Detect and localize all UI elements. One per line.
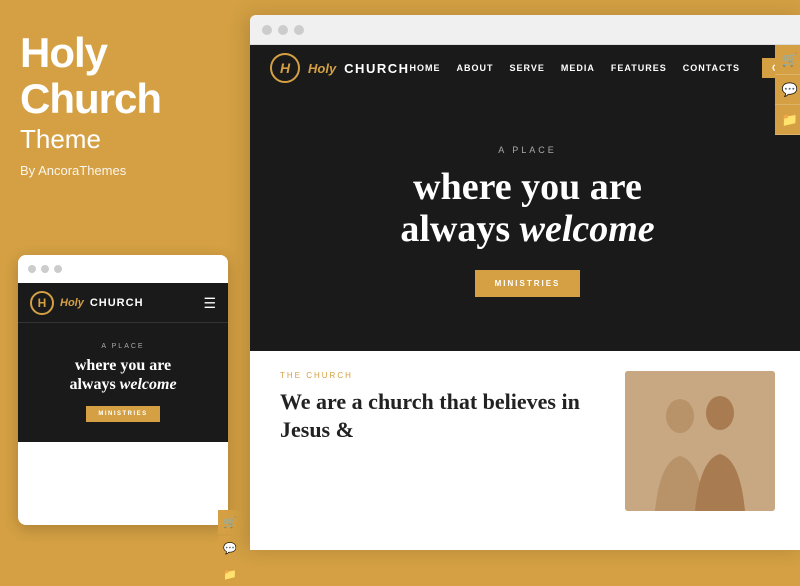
desktop-icon-cart[interactable]: 🛒 (775, 45, 800, 75)
desktop-nav: H Holy CHURCH HOME ABOUT SERVE MEDIA FEA… (250, 45, 800, 91)
desktop-dot-2 (278, 25, 288, 35)
theme-subtitle: Theme (20, 124, 225, 155)
desktop-right-icons: 🛒 💬 📁 (775, 45, 800, 135)
desktop-bottom-text: THE CHURCH We are a church that believes… (280, 371, 605, 530)
menu-features[interactable]: FEATURES (611, 63, 667, 73)
desktop-logo: H Holy CHURCH (270, 53, 410, 83)
desktop-hero: A PLACE where you are always welcome MIN… (250, 91, 800, 351)
menu-media[interactable]: MEDIA (561, 63, 595, 73)
theme-by: By AncoraThemes (20, 163, 225, 178)
mobile-logo-text-bold: CHURCH (90, 297, 144, 309)
menu-about[interactable]: ABOUT (457, 63, 494, 73)
mobile-icon-3[interactable]: 📁 (218, 562, 242, 586)
desktop-headline: where you are always welcome (400, 167, 654, 251)
menu-contacts[interactable]: CONTACTS (683, 63, 740, 73)
desktop-logo-bold: CHURCH (344, 61, 409, 76)
mobile-logo: H Holy CHURCH (30, 291, 144, 315)
mobile-nav: H Holy CHURCH ☰ (18, 283, 228, 323)
desktop-icon-folder[interactable]: 📁 (775, 105, 800, 135)
desktop-logo-italic: Holy (308, 61, 336, 76)
desktop-bottom-headline: We are a church that believes in Jesus & (280, 388, 605, 443)
couple-svg (625, 371, 775, 511)
mobile-dot-3 (54, 265, 62, 273)
desktop-icon-chat[interactable]: 💬 (775, 75, 800, 105)
desktop-couple-image (625, 371, 775, 511)
desktop-menu: HOME ABOUT SERVE MEDIA FEATURES CONTACTS… (410, 58, 800, 78)
title-line2: Church (20, 76, 225, 122)
mobile-icon-1[interactable]: 🛒 (218, 510, 242, 534)
mobile-dot-1 (28, 265, 36, 273)
mobile-headline: where you are always welcome (32, 356, 214, 394)
mobile-a-place: A PLACE (32, 343, 214, 350)
desktop-preview: H Holy CHURCH HOME ABOUT SERVE MEDIA FEA… (250, 15, 800, 550)
desktop-logo-icon: H (270, 53, 300, 83)
mobile-hero: A PLACE where you are always welcome MIN… (18, 323, 228, 442)
menu-home[interactable]: HOME (410, 63, 441, 73)
mobile-logo-icon: H (30, 291, 54, 315)
mobile-side-icons: 🛒 💬 📁 (218, 510, 242, 586)
mobile-preview: H Holy CHURCH ☰ A PLACE where you are al… (18, 255, 228, 525)
desktop-a-place-label: A PLACE (498, 145, 557, 155)
mobile-titlebar (18, 255, 228, 283)
mobile-logo-text-italic: Holy (60, 297, 84, 309)
mobile-icon-2[interactable]: 💬 (218, 536, 242, 560)
title-line1: Holy (20, 30, 225, 76)
mobile-hamburger-icon[interactable]: ☰ (203, 296, 216, 310)
theme-title: Holy Church Theme By AncoraThemes (20, 30, 225, 178)
desktop-section-label: THE CHURCH (280, 371, 605, 380)
left-panel: Holy Church Theme By AncoraThemes H Holy… (0, 0, 245, 550)
menu-serve[interactable]: SERVE (510, 63, 545, 73)
mobile-dot-2 (41, 265, 49, 273)
desktop-dot-1 (262, 25, 272, 35)
desktop-ministries-button[interactable]: MINISTRIES (475, 270, 581, 297)
desktop-dot-3 (294, 25, 304, 35)
desktop-bottom-section: THE CHURCH We are a church that believes… (250, 351, 800, 550)
desktop-titlebar (250, 15, 800, 45)
mobile-ministries-button[interactable]: MINISTRIES (86, 406, 159, 422)
